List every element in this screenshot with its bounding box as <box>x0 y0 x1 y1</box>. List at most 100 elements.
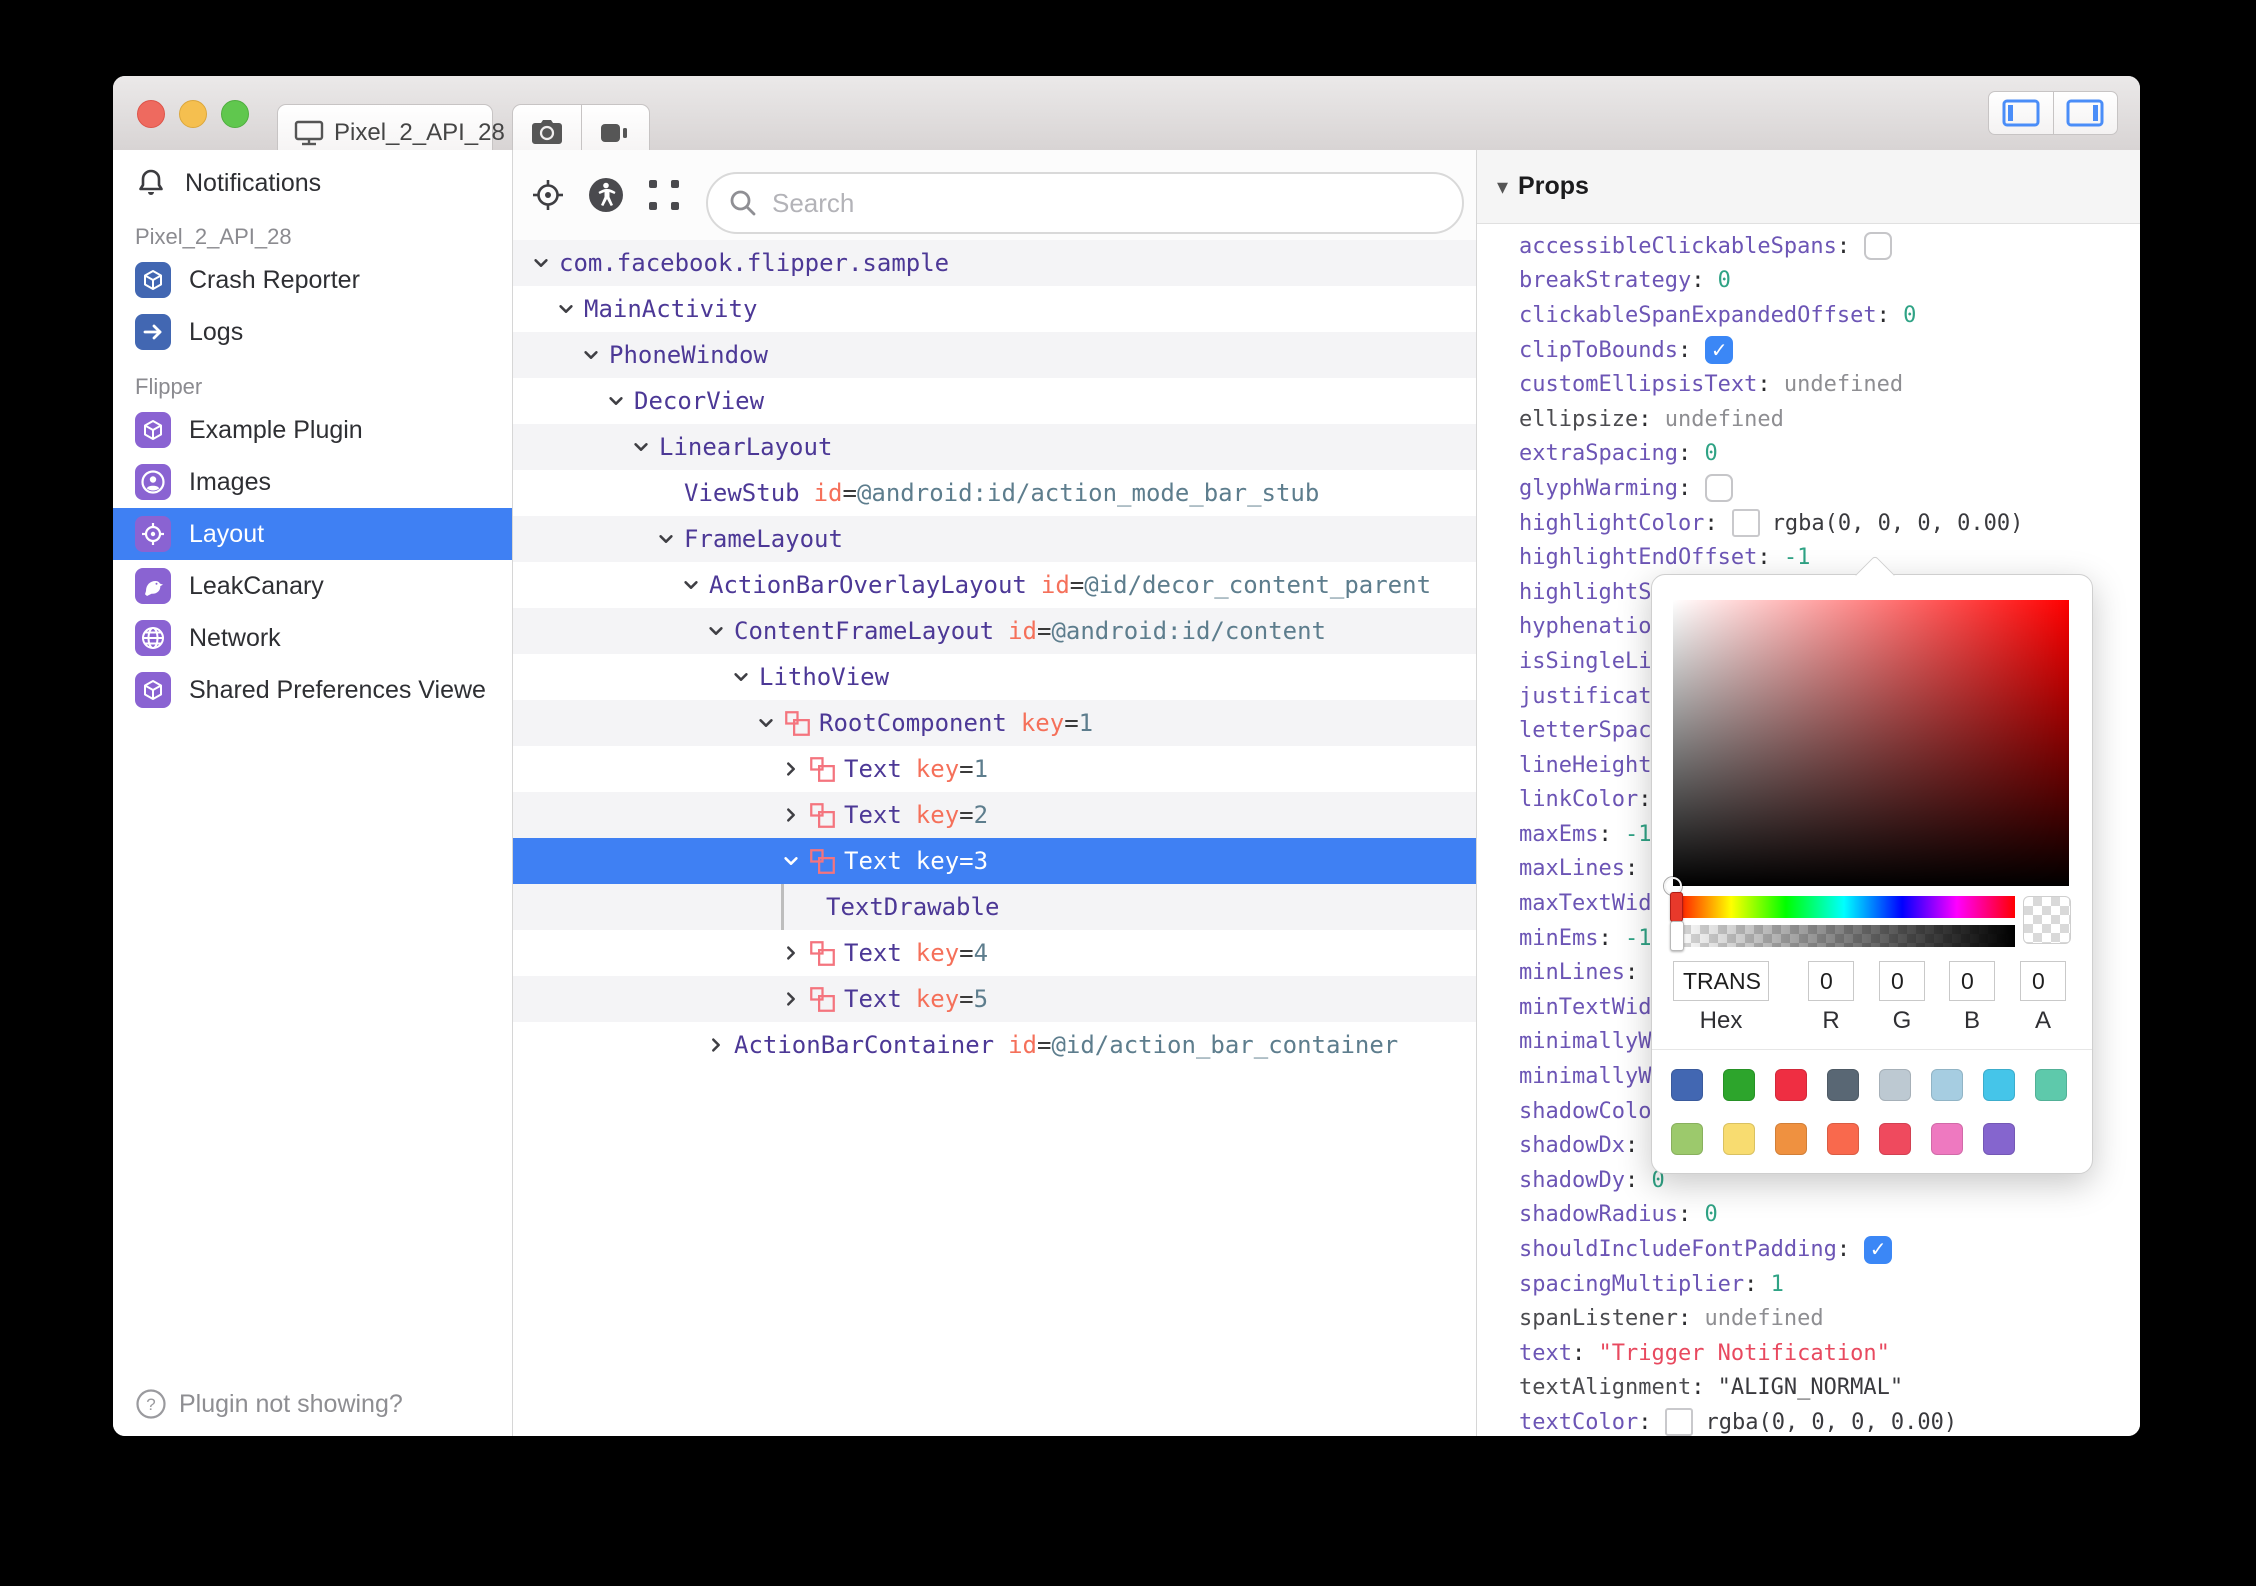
sidebar-item-layout[interactable]: Layout <box>113 508 512 560</box>
saturation-gradient[interactable] <box>1664 600 2069 895</box>
sidebar-item-images[interactable]: Images <box>113 456 512 508</box>
chevron-down-icon[interactable] <box>731 667 751 687</box>
chevron-down-icon[interactable] <box>706 621 726 641</box>
chevron-right-icon[interactable] <box>781 989 801 1009</box>
checkbox-checked-icon[interactable]: ✓ <box>1705 336 1734 365</box>
color-swatch-icon[interactable] <box>1665 1408 1694 1436</box>
chevron-right-icon[interactable] <box>706 1035 726 1055</box>
chevron-down-icon[interactable] <box>531 253 551 273</box>
chevron-down-icon[interactable] <box>631 437 651 457</box>
prop-row-ellipsize[interactable]: ellipsize: undefined <box>1519 402 2140 437</box>
tree-node-textdrawable[interactable]: TextDrawable <box>513 884 1476 930</box>
prop-row-textalignment[interactable]: textAlignment: "ALIGN_NORMAL" <box>1519 1371 2140 1406</box>
tree-node-text-key-4[interactable]: Text key = 4 <box>513 930 1476 976</box>
tree-node-framelayout[interactable]: FrameLayout <box>513 516 1476 562</box>
sidebar-item-shared-preferences-viewe[interactable]: Shared Preferences Viewe <box>113 664 512 716</box>
close-window-button[interactable] <box>137 100 165 128</box>
zoom-window-button[interactable] <box>221 100 249 128</box>
prop-row-shouldincludefontpadding[interactable]: shouldIncludeFontPadding: ✓ <box>1519 1232 2140 1267</box>
prop-row-spacingmultiplier[interactable]: spacingMultiplier: 1 <box>1519 1267 2140 1302</box>
chevron-down-icon[interactable] <box>656 529 676 549</box>
tree-node-lithoview[interactable]: LithoView <box>513 654 1476 700</box>
chevron-down-icon[interactable] <box>606 391 626 411</box>
hex-input[interactable]: TRANS <box>1673 961 1769 1001</box>
green-input[interactable]: 0 <box>1879 961 1925 1001</box>
chevron-right-icon[interactable] <box>781 805 801 825</box>
preset-color-swatch[interactable] <box>1879 1069 1911 1101</box>
preset-color-swatch[interactable] <box>1723 1069 1755 1101</box>
prop-row-extraspacing[interactable]: extraSpacing: 0 <box>1519 437 2140 472</box>
alpha-slider[interactable] <box>1670 921 2015 951</box>
tree-node-viewstub[interactable]: ViewStub id = @android:id/action_mode_bar_s… <box>513 470 1476 516</box>
checkbox-unchecked-icon[interactable] <box>1864 232 1893 261</box>
sidebar-item-leakcanary[interactable]: LeakCanary <box>113 560 512 612</box>
toggle-right-panel-button[interactable] <box>2054 92 2118 134</box>
prop-row-highlightcolor[interactable]: highlightColor: rgba(0, 0, 0, 0.00) <box>1519 506 2140 541</box>
prop-row-glyphwarming[interactable]: glyphWarming: <box>1519 471 2140 506</box>
preset-color-swatch[interactable] <box>1931 1069 1963 1101</box>
minimize-window-button[interactable] <box>179 100 207 128</box>
target-mode-button[interactable] <box>529 176 567 214</box>
blue-input[interactable]: 0 <box>1949 961 1995 1001</box>
chevron-down-icon[interactable] <box>556 299 576 319</box>
tree-node-contentframelayout[interactable]: ContentFrameLayout id = @android:id/content <box>513 608 1476 654</box>
sidebar-item-logs[interactable]: Logs <box>113 306 512 358</box>
tree-node-mainactivity[interactable]: MainActivity <box>513 286 1476 332</box>
preset-color-swatch[interactable] <box>2035 1069 2067 1101</box>
chevron-down-icon[interactable] <box>581 345 601 365</box>
prop-row-shadowradius[interactable]: shadowRadius: 0 <box>1519 1198 2140 1233</box>
preset-color-swatch[interactable] <box>1983 1069 2015 1101</box>
tree-node-com-facebook-flipper-sample[interactable]: com.facebook.flipper.sample <box>513 240 1476 286</box>
tree-node-phonewindow[interactable]: PhoneWindow <box>513 332 1476 378</box>
tree-node-actionbarcontainer[interactable]: ActionBarContainer id = @id/action_bar_cont… <box>513 1022 1476 1068</box>
props-header[interactable]: ▾ Props <box>1477 150 2140 224</box>
chevron-down-icon[interactable] <box>681 575 701 595</box>
preset-color-swatch[interactable] <box>1827 1069 1859 1101</box>
tree-node-text-key-2[interactable]: Text key = 2 <box>513 792 1476 838</box>
prop-row-accessibleclickablespans[interactable]: accessibleClickableSpans: <box>1519 229 2140 264</box>
sidebar-item-crash-reporter[interactable]: Crash Reporter <box>113 254 512 306</box>
plugin-help-link[interactable]: ? Plugin not showing? <box>135 1388 403 1420</box>
select-element-button[interactable] <box>645 176 683 214</box>
prop-row-clickablespanexpandedoffset[interactable]: clickableSpanExpandedOffset: 0 <box>1519 298 2140 333</box>
tree-node-text-key-3[interactable]: Text key = 3 <box>513 838 1476 884</box>
tree-node-rootcomponent-key-1[interactable]: RootComponent key = 1 <box>513 700 1476 746</box>
prop-row-text[interactable]: text: "Trigger Notification" <box>1519 1336 2140 1371</box>
preset-color-swatch[interactable] <box>1827 1123 1859 1155</box>
alpha-slider-handle[interactable] <box>1670 921 1684 951</box>
preset-color-swatch[interactable] <box>1671 1123 1703 1155</box>
checkbox-checked-icon[interactable]: ✓ <box>1864 1235 1893 1264</box>
preset-color-swatch[interactable] <box>1723 1123 1755 1155</box>
sidebar-item-notifications[interactable]: Notifications <box>113 158 512 208</box>
prop-row-cliptobounds[interactable]: clipToBounds: ✓ <box>1519 333 2140 368</box>
prop-row-textcolor[interactable]: textColor: rgba(0, 0, 0, 0.00) <box>1519 1405 2140 1436</box>
red-input[interactable]: 0 <box>1808 961 1854 1001</box>
preset-color-swatch[interactable] <box>1931 1123 1963 1155</box>
hue-slider-handle[interactable] <box>1670 892 1683 922</box>
chevron-down-icon[interactable] <box>781 851 801 871</box>
tree-node-actionbaroverlaylayout[interactable]: ActionBarOverlayLayout id = @id/decor_conte… <box>513 562 1476 608</box>
prop-row-highlightendoffset[interactable]: highlightEndOffset: -1 <box>1519 540 2140 575</box>
chevron-right-icon[interactable] <box>781 759 801 779</box>
preset-color-swatch[interactable] <box>1983 1123 2015 1155</box>
checkbox-unchecked-icon[interactable] <box>1705 474 1734 503</box>
preset-color-swatch[interactable] <box>1775 1123 1807 1155</box>
sidebar-item-network[interactable]: Network <box>113 612 512 664</box>
color-swatch-icon[interactable] <box>1731 509 1760 538</box>
chevron-down-icon[interactable] <box>756 713 776 733</box>
prop-row-customellipsistext[interactable]: customEllipsisText: undefined <box>1519 367 2140 402</box>
accessibility-mode-button[interactable] <box>587 176 625 214</box>
toggle-left-panel-button[interactable] <box>1989 92 2054 134</box>
tree-node-text-key-5[interactable]: Text key = 5 <box>513 976 1476 1022</box>
prop-row-spanlistener[interactable]: spanListener: undefined <box>1519 1301 2140 1336</box>
sidebar-item-example-plugin[interactable]: Example Plugin <box>113 404 512 456</box>
search-input[interactable] <box>770 186 1442 220</box>
tree-node-text-key-1[interactable]: Text key = 1 <box>513 746 1476 792</box>
tree-node-decorview[interactable]: DecorView <box>513 378 1476 424</box>
tree-node-linearlayout[interactable]: LinearLayout <box>513 424 1476 470</box>
preset-color-swatch[interactable] <box>1879 1123 1911 1155</box>
alpha-input[interactable]: 0 <box>2020 961 2066 1001</box>
hue-slider[interactable] <box>1670 892 2015 922</box>
prop-row-breakstrategy[interactable]: breakStrategy: 0 <box>1519 264 2140 299</box>
chevron-right-icon[interactable] <box>781 943 801 963</box>
